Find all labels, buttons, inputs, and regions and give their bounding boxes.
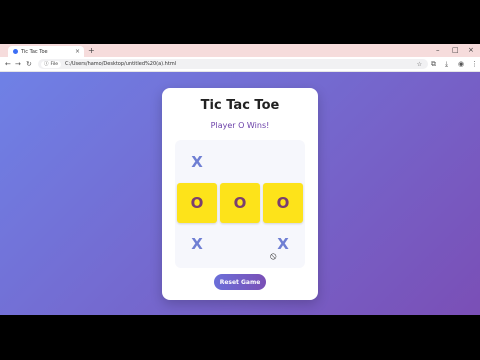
address-bar[interactable]: ⓘ File C:/Users/hamo/Desktop/untitled%20(… bbox=[38, 59, 428, 69]
game-board: X O O O X X ⦸ bbox=[175, 140, 305, 268]
site-info-chip[interactable]: ⓘ File bbox=[41, 60, 62, 68]
board-cell[interactable]: X bbox=[177, 142, 217, 182]
not-allowed-cursor-icon: ⦸ bbox=[270, 251, 277, 262]
tab-close-icon[interactable]: × bbox=[75, 48, 80, 55]
download-icon[interactable]: ⤓ bbox=[445, 59, 448, 69]
tab-title: Tic Tac Toe bbox=[21, 48, 48, 55]
back-button[interactable]: ← bbox=[5, 59, 11, 69]
bookmark-star-icon[interactable]: ☆ bbox=[417, 61, 422, 68]
board-cell[interactable]: X bbox=[263, 224, 303, 264]
new-tab-button[interactable]: + bbox=[88, 46, 95, 56]
site-info-label: File bbox=[50, 61, 59, 67]
game-status: Player O Wins! bbox=[210, 121, 270, 130]
game-title: Tic Tac Toe bbox=[200, 98, 280, 113]
menu-kebab-icon[interactable]: ⋮ bbox=[471, 59, 478, 69]
reload-button[interactable]: ↻ bbox=[26, 59, 32, 69]
profile-icon[interactable]: ◉ bbox=[458, 59, 464, 69]
url-text[interactable]: C:/Users/hamo/Desktop/untitled%20(a).htm… bbox=[65, 61, 417, 67]
board-cell[interactable]: O bbox=[220, 183, 260, 223]
tab-strip: Tic Tac Toe × + – □ × bbox=[0, 44, 480, 57]
reset-game-button[interactable]: Reset Game bbox=[214, 274, 266, 290]
tab-tic-tac-toe[interactable]: Tic Tac Toe × bbox=[8, 46, 84, 57]
board-cell[interactable]: O bbox=[263, 183, 303, 223]
page-viewport: Tic Tac Toe Player O Wins! X O O O X X ⦸… bbox=[0, 72, 480, 315]
extensions-icon[interactable]: ⧉ bbox=[431, 59, 436, 69]
game-card: Tic Tac Toe Player O Wins! X O O O X X ⦸… bbox=[162, 88, 318, 300]
close-window-button[interactable]: × bbox=[468, 45, 474, 56]
board-cell[interactable] bbox=[263, 142, 303, 182]
board-cell[interactable]: X bbox=[177, 224, 217, 264]
board-cell[interactable] bbox=[220, 224, 260, 264]
page-favicon-icon bbox=[13, 49, 18, 54]
info-icon: ⓘ bbox=[44, 61, 49, 67]
browser-toolbar: ← → ↻ ⓘ File C:/Users/hamo/Desktop/untitl… bbox=[0, 57, 480, 72]
board-cell[interactable]: O bbox=[177, 183, 217, 223]
maximize-button[interactable]: □ bbox=[452, 45, 459, 56]
forward-button[interactable]: → bbox=[15, 59, 21, 69]
board-cell[interactable] bbox=[220, 142, 260, 182]
minimize-button[interactable]: – bbox=[436, 45, 440, 56]
browser-window: Tic Tac Toe × + – □ × ← → ↻ ⓘ File C:/Use… bbox=[0, 44, 480, 315]
